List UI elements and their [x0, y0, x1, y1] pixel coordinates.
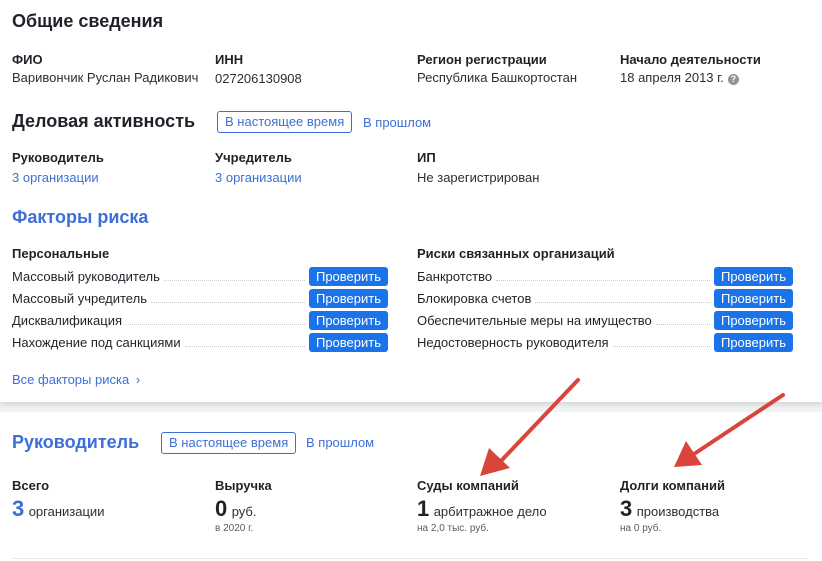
red-arrow-icon	[480, 378, 580, 476]
red-arrow-icon	[674, 393, 785, 467]
annotation-arrows	[480, 378, 785, 476]
